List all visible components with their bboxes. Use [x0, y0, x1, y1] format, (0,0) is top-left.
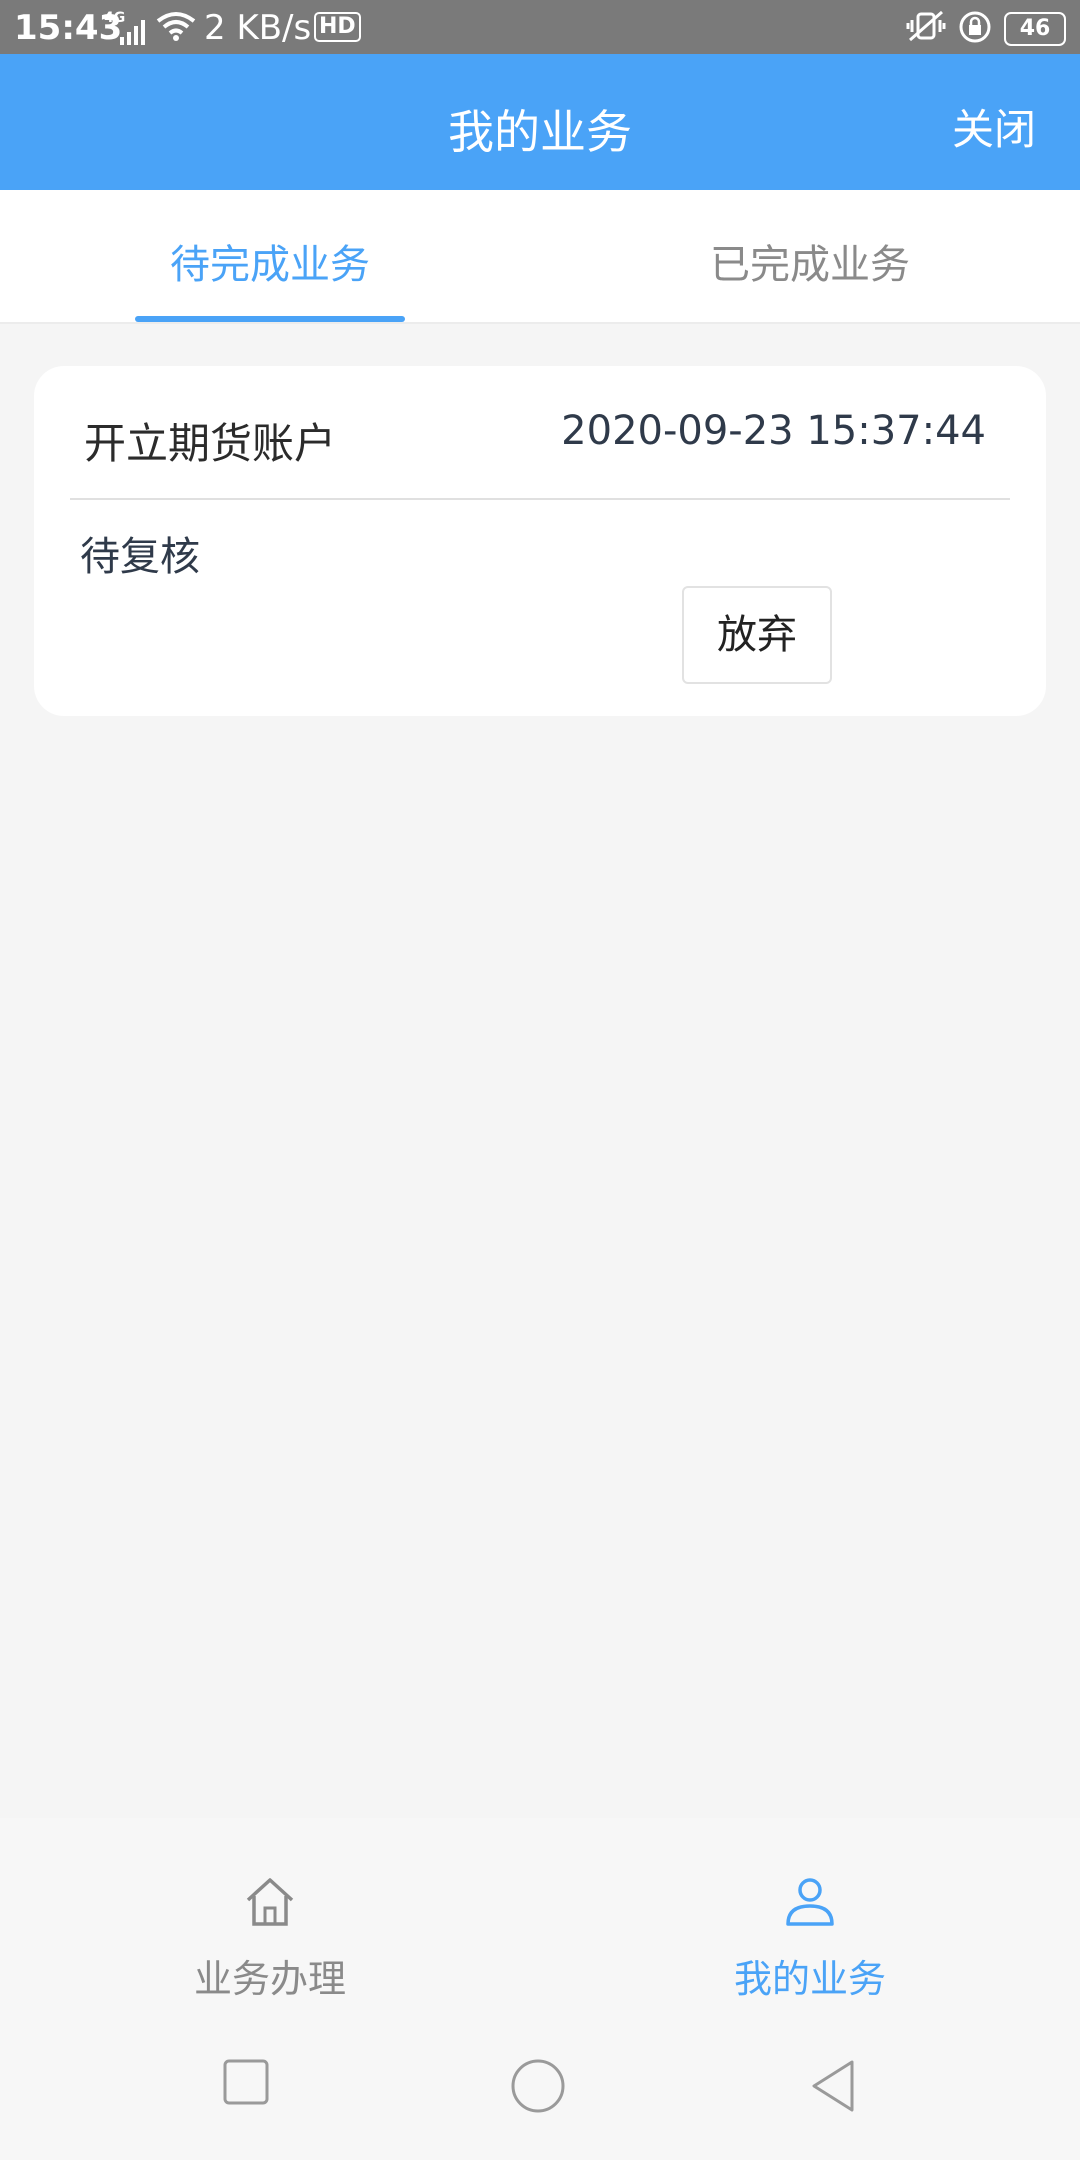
recent-apps-icon[interactable] — [222, 2058, 270, 2110]
vibrate-icon — [906, 10, 946, 51]
system-nav-bar — [0, 2018, 1080, 2160]
wifi-icon — [156, 10, 196, 50]
tab-bar: 待完成业务 已完成业务 — [0, 190, 1080, 324]
user-icon — [540, 1874, 1080, 1934]
business-time: 2020-09-23 15:37:44 — [561, 408, 986, 454]
nav-label: 业务办理 — [193, 1957, 346, 2001]
back-icon[interactable] — [808, 2058, 858, 2118]
business-status: 待复核 — [80, 534, 200, 580]
tab-indicator — [135, 316, 405, 322]
rotation-lock-icon — [958, 10, 992, 53]
business-name: 开立期货账户 — [84, 419, 337, 468]
status-bar: 15:43 4G 2 KB/s HD 46 — [0, 0, 1080, 54]
nav-label: 我的业务 — [733, 1957, 886, 2001]
network-speed: 2 KB/s — [204, 8, 312, 48]
page-title: 我的业务 — [448, 105, 632, 159]
business-card: 开立期货账户 2020-09-23 15:37:44 待复核 放弃 — [34, 366, 1046, 716]
nav-item-business[interactable]: 业务办理 — [0, 1874, 540, 2003]
battery-icon: 46 — [1004, 12, 1066, 46]
signal-icon — [120, 14, 148, 54]
tab-completed[interactable]: 已完成业务 — [540, 232, 1080, 290]
nav-item-my-business[interactable]: 我的业务 — [540, 1874, 1080, 2003]
home-icon — [0, 1874, 540, 1934]
divider — [70, 498, 1010, 500]
hd-icon: HD — [314, 12, 361, 42]
abandon-button[interactable]: 放弃 — [682, 586, 832, 684]
close-button[interactable]: 关闭 — [952, 96, 1036, 157]
home-circle-icon[interactable] — [510, 2058, 566, 2118]
app-header: 我的业务 关闭 — [0, 54, 1080, 190]
bottom-nav: 业务办理 我的业务 — [0, 1818, 1080, 2018]
tab-pending[interactable]: 待完成业务 — [0, 232, 540, 290]
